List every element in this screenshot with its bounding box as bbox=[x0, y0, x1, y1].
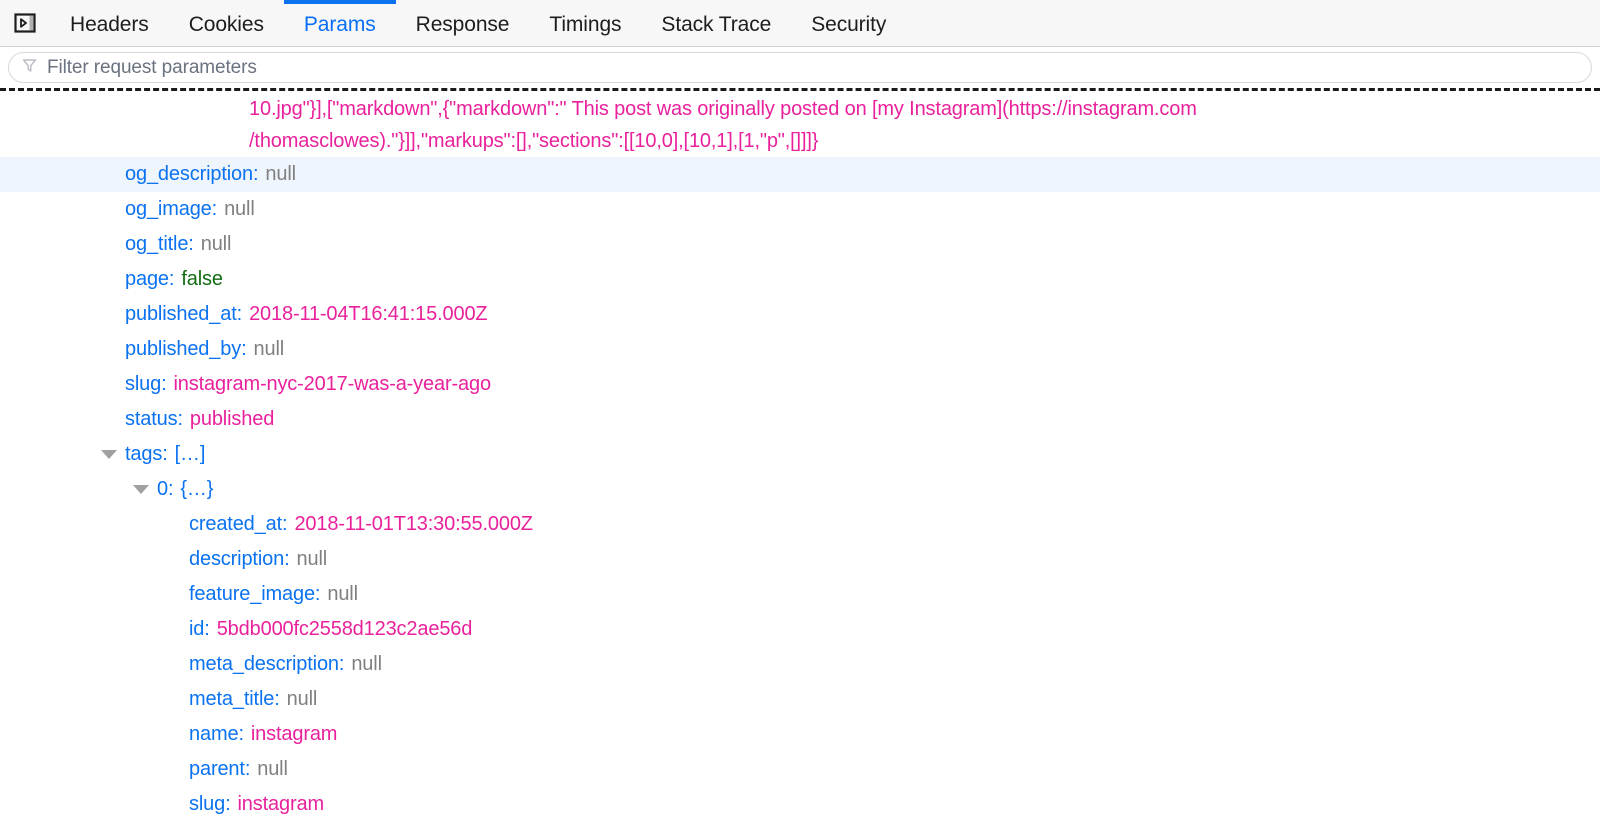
json-row[interactable]: tags: […] bbox=[0, 437, 1600, 472]
overflow-line-1: 10.jpg"}],["markdown",{"markdown":" This… bbox=[249, 98, 1197, 120]
json-key: tags bbox=[125, 443, 163, 465]
json-value: {…} bbox=[180, 478, 214, 500]
json-value: 2018-11-01T13:30:55.000Z bbox=[294, 513, 533, 535]
tab-headers[interactable]: Headers bbox=[50, 0, 169, 46]
json-key: published_at bbox=[125, 303, 237, 325]
json-colon: : bbox=[284, 548, 290, 570]
funnel-icon bbox=[21, 57, 38, 79]
filter-toolbar: Filter request parameters bbox=[0, 47, 1600, 91]
json-value: 5bdb000fc2558d123c2ae56d bbox=[216, 618, 473, 640]
json-value: false bbox=[181, 268, 223, 290]
split-pane-icon[interactable] bbox=[0, 0, 50, 46]
json-row[interactable]: meta_description: null bbox=[0, 647, 1600, 682]
tab-security[interactable]: Security bbox=[791, 0, 906, 46]
json-value: null bbox=[253, 338, 285, 360]
json-key: og_description bbox=[125, 163, 253, 185]
json-key: id bbox=[189, 618, 205, 640]
json-colon: : bbox=[338, 653, 345, 675]
json-colon: : bbox=[238, 723, 244, 745]
json-key: meta_description bbox=[189, 653, 339, 675]
json-key: slug bbox=[189, 793, 226, 815]
json-colon: : bbox=[314, 583, 321, 605]
json-colon: : bbox=[204, 618, 210, 640]
json-colon: : bbox=[253, 163, 259, 185]
filter-placeholder-text: Filter request parameters bbox=[47, 56, 257, 78]
json-colon: : bbox=[244, 758, 251, 780]
json-value: null bbox=[265, 163, 296, 185]
json-key: 0 bbox=[157, 478, 168, 500]
json-row[interactable]: published_at:2018-11-04T16:41:15.000Z bbox=[0, 297, 1600, 332]
json-key: feature_image bbox=[189, 583, 315, 605]
json-row[interactable]: feature_image: null bbox=[0, 577, 1600, 612]
json-row[interactable]: slug: instagram bbox=[0, 787, 1600, 822]
json-colon: : bbox=[241, 338, 247, 360]
json-value: null bbox=[296, 548, 328, 570]
json-row[interactable]: og_description: null bbox=[0, 157, 1600, 192]
json-value: null bbox=[224, 198, 255, 220]
json-value: instagram bbox=[237, 793, 325, 815]
json-colon: : bbox=[177, 408, 183, 430]
tab-stack-trace[interactable]: Stack Trace bbox=[641, 0, 791, 46]
json-row[interactable]: status: published bbox=[0, 402, 1600, 437]
json-value: […] bbox=[174, 443, 206, 465]
overflowed-value-text: 10.jpg"}],["markdown",{"markdown":" This… bbox=[0, 93, 1600, 157]
json-row[interactable]: created_at:2018-11-01T13:30:55.000Z bbox=[0, 507, 1600, 542]
json-colon: : bbox=[162, 443, 168, 465]
tab-response[interactable]: Response bbox=[396, 0, 530, 46]
tab-timings[interactable]: Timings bbox=[529, 0, 641, 46]
json-value: published bbox=[189, 408, 275, 430]
json-row[interactable]: meta_title: null bbox=[0, 682, 1600, 717]
json-value: null bbox=[200, 233, 232, 255]
json-row[interactable]: description: null bbox=[0, 542, 1600, 577]
json-colon: : bbox=[188, 233, 194, 255]
json-value: 2018-11-04T16:41:15.000Z bbox=[249, 303, 488, 325]
disclosure-triangle-expanded-icon[interactable] bbox=[101, 450, 117, 459]
json-value: null bbox=[351, 653, 382, 675]
json-key: published_by bbox=[125, 338, 242, 360]
tab-params[interactable]: Params bbox=[283, 0, 396, 46]
json-row[interactable]: slug: instagram-nyc-2017-was-a-year-ago bbox=[0, 367, 1600, 402]
json-value: instagram-nyc-2017-was-a-year-ago bbox=[173, 373, 492, 395]
json-key: og_title bbox=[125, 233, 189, 255]
json-value: null bbox=[327, 583, 358, 605]
tabs-container: Headers Cookies Params Response Timings Stack… bbox=[50, 0, 906, 46]
disclosure-triangle-expanded-icon[interactable] bbox=[133, 485, 149, 494]
json-colon: : bbox=[168, 268, 175, 290]
json-colon: : bbox=[274, 688, 280, 710]
json-key: page bbox=[125, 268, 169, 290]
json-key: og_image bbox=[125, 198, 212, 220]
json-row[interactable]: og_image: null bbox=[0, 192, 1600, 227]
json-colon: : bbox=[167, 478, 174, 500]
json-key: description bbox=[189, 548, 285, 570]
json-row[interactable]: published_by: null bbox=[0, 332, 1600, 367]
json-key: created_at bbox=[189, 513, 283, 535]
json-row[interactable]: name: instagram bbox=[0, 717, 1600, 752]
json-colon: : bbox=[282, 513, 288, 535]
filter-request-parameters-input[interactable]: Filter request parameters bbox=[8, 52, 1592, 83]
inspector-tab-bar: Headers Cookies Params Response Timings Stack… bbox=[0, 0, 1600, 47]
json-value: null bbox=[257, 758, 288, 780]
json-row[interactable]: id:5bdb000fc2558d123c2ae56d bbox=[0, 612, 1600, 647]
json-key: name bbox=[189, 723, 239, 745]
json-key: status bbox=[125, 408, 178, 430]
json-row[interactable]: page: false bbox=[0, 262, 1600, 297]
json-value: instagram bbox=[250, 723, 338, 745]
json-row[interactable]: og_title: null bbox=[0, 227, 1600, 262]
json-colon: : bbox=[211, 198, 218, 220]
json-key: parent bbox=[189, 758, 245, 780]
tab-cookies[interactable]: Cookies bbox=[169, 0, 284, 46]
json-key: meta_title bbox=[189, 688, 275, 710]
json-row[interactable]: 0: {…} bbox=[0, 472, 1600, 507]
json-key: slug bbox=[125, 373, 162, 395]
json-colon: : bbox=[161, 373, 167, 395]
json-rows-container: og_description: null og_image: null og_title… bbox=[0, 157, 1600, 822]
json-row[interactable]: parent: null bbox=[0, 752, 1600, 787]
json-colon: : bbox=[236, 303, 243, 325]
params-json-tree: 10.jpg"}],["markdown",{"markdown":" This… bbox=[0, 91, 1600, 822]
json-colon: : bbox=[225, 793, 231, 815]
json-value: null bbox=[286, 688, 318, 710]
overflow-line-2: /thomasclowes)."}]],"markups":[],"sectio… bbox=[249, 130, 819, 152]
